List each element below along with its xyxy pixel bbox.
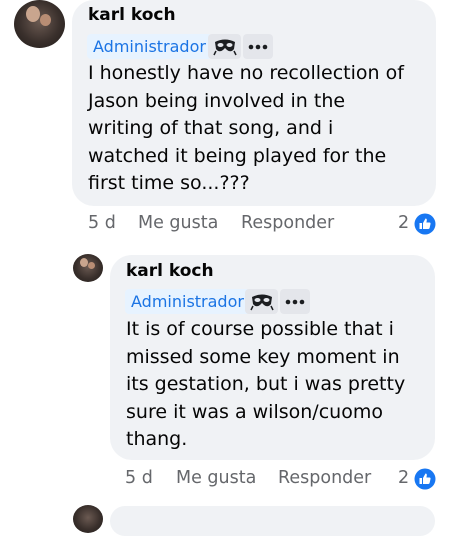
comment-text-line: first time so...??? (88, 172, 250, 194)
more-options-icon (285, 299, 305, 304)
comment-author[interactable]: karl koch (126, 261, 214, 281)
like-button[interactable]: Me gusta (176, 468, 256, 488)
anonymous-mask-icon (212, 39, 237, 55)
comment-text-line: missed some key moment in (126, 345, 400, 368)
comment-text-line: I honestly have no recollection of (88, 62, 404, 84)
more-options-button[interactable] (243, 34, 273, 59)
admin-badge: Administrador (87, 34, 212, 59)
avatar[interactable] (73, 505, 103, 533)
badge-icon-chip (208, 34, 241, 59)
reaction-count[interactable]: 2 (398, 468, 409, 488)
comment-text-line: It is of course possible that i (126, 318, 394, 340)
comment-text-line: its gestation, but i was pretty (126, 373, 406, 395)
like-icon[interactable] (414, 213, 436, 235)
badge-icon-chip (245, 289, 278, 314)
reply-button[interactable]: Responder (278, 468, 371, 488)
more-options-icon (248, 44, 268, 49)
comment-text-line: thang. (126, 428, 188, 450)
comment-text-line: Jason being involved in the (88, 89, 346, 112)
anonymous-mask-icon (249, 294, 274, 310)
reply-button[interactable]: Responder (241, 213, 334, 233)
like-button[interactable]: Me gusta (138, 213, 218, 233)
comment-text-line: writing of that song, and i (88, 117, 334, 139)
comment-text: I honestly have no recollection of Jason… (88, 60, 404, 198)
avatar[interactable] (14, 0, 65, 48)
more-options-button[interactable] (280, 289, 310, 314)
comment-timestamp[interactable]: 5 d (88, 213, 116, 233)
admin-badge: Administrador (125, 289, 250, 314)
like-icon[interactable] (414, 468, 436, 490)
comment-author[interactable]: karl koch (88, 5, 176, 25)
comment-text-line: watched it being played for the (88, 144, 387, 167)
comment-text: It is of course possible that i missed s… (126, 316, 405, 454)
avatar[interactable] (73, 254, 103, 282)
comment-timestamp[interactable]: 5 d (125, 468, 153, 488)
comment-text-line: sure it was a wilson/cuomo (126, 400, 383, 423)
reaction-count[interactable]: 2 (398, 213, 409, 233)
